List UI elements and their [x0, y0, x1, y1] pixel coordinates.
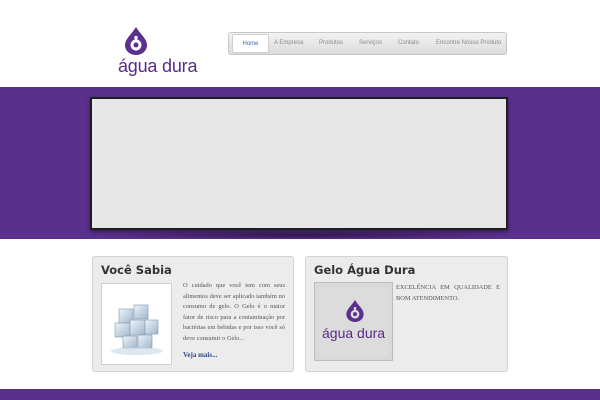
gelo-agua-dura-title: Gelo Água Dura [314, 263, 416, 277]
water-drop-logo-icon [125, 27, 147, 55]
ice-cubes-image [105, 287, 168, 361]
brand-logo-frame: água dura [314, 282, 393, 361]
gelo-agua-dura-box: Gelo Água Dura água dura EXCELÊNCIA EM Q… [305, 256, 508, 372]
nav-servicos[interactable]: Serviços [359, 33, 382, 54]
voce-sabia-title: Você Sabia [101, 263, 172, 277]
logo-text: água dura [118, 56, 198, 76]
slider-shadow [93, 230, 507, 240]
nav-a-empresa[interactable]: A Empresa [274, 33, 303, 54]
nav-home[interactable]: Home [232, 34, 269, 53]
veja-mais-link[interactable]: Veja mais... [183, 351, 217, 359]
voce-sabia-text: O cuidado que você tem com seus alimento… [183, 282, 285, 342]
brand-logo-image: água dura [319, 287, 388, 356]
gelo-agua-dura-text: EXCELÊNCIA EM QUALIDADE E BOM ATENDIMENT… [396, 284, 500, 302]
voce-sabia-box: Você Sabia O cuidado que você tem com se… [92, 256, 294, 372]
main-navigation: Home A Empresa Produtos Serviços Contato… [228, 32, 507, 55]
nav-encontre-nosso-produto[interactable]: Encontre Nosso Produto [436, 33, 501, 54]
footer-bar [0, 389, 600, 400]
nav-contato[interactable]: Contato [398, 33, 419, 54]
image-slider[interactable] [90, 97, 508, 230]
site-logo[interactable]: água dura [118, 24, 197, 76]
brand-logo-text: água dura [322, 325, 386, 341]
water-drop-logo-icon [346, 300, 364, 322]
nav-produtos[interactable]: Produtos [319, 33, 343, 54]
ice-image-frame [101, 283, 172, 365]
